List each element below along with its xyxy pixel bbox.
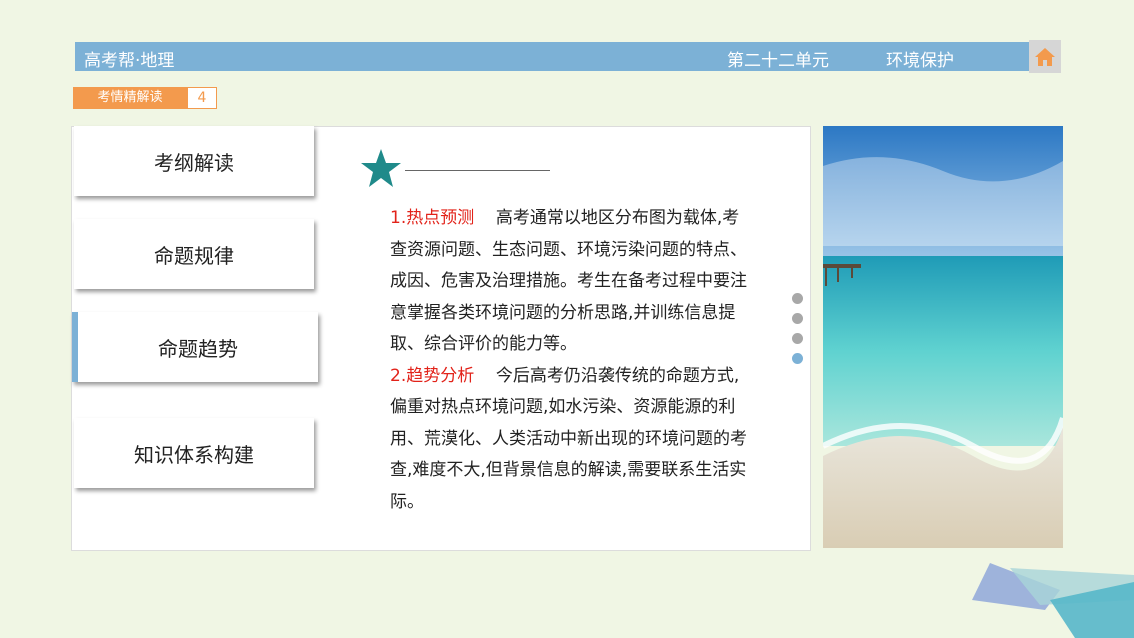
corner-decoration [972, 563, 1134, 638]
